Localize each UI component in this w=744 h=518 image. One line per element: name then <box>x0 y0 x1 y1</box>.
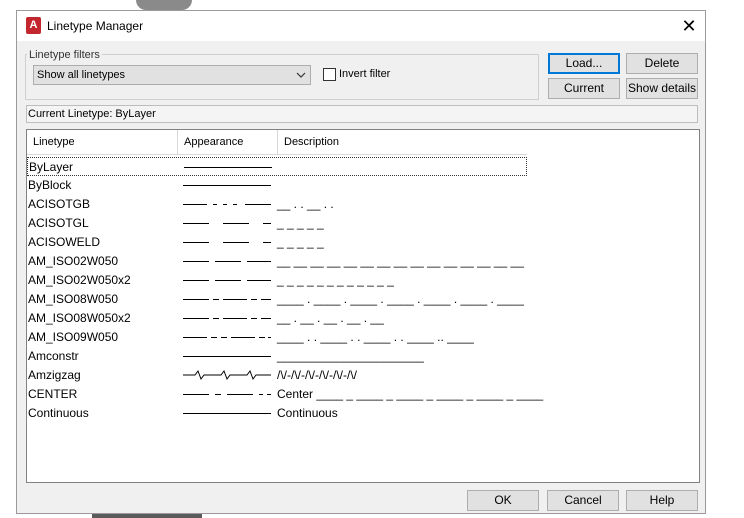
linetype-name: Amconstr <box>28 349 79 363</box>
linetype-appearance <box>183 356 271 357</box>
linetype-appearance <box>183 185 271 186</box>
column-header-linetype[interactable]: Linetype <box>27 130 178 155</box>
show-details-button[interactable]: Show details <box>626 78 698 99</box>
linetype-appearance <box>183 242 271 243</box>
title-bar: A Linetype Manager ✕ <box>17 11 705 41</box>
current-button[interactable]: Current <box>548 78 620 99</box>
load-button[interactable]: Load... <box>548 53 620 74</box>
linetype-name: ACISOWELD <box>28 235 101 249</box>
linetype-row[interactable]: ACISOTGL _ _ _ _ _ <box>27 214 527 233</box>
close-icon[interactable]: ✕ <box>677 15 701 37</box>
delete-button[interactable]: Delete <box>626 53 698 74</box>
linetype-name: AM_ISO09W050 <box>28 330 119 344</box>
invert-filter-checkbox[interactable] <box>323 68 336 81</box>
linetype-row[interactable]: AM_ISO08W050x2 __ . __ . __ . __ . __ <box>27 309 527 328</box>
linetype-row[interactable]: ByLayer <box>27 157 527 176</box>
linetype-description: Continuous <box>277 406 338 420</box>
linetype-description: ____ . . ____ . . ____ . . ____ .. ____ <box>277 330 474 344</box>
linetype-name: ACISOTGB <box>28 197 91 211</box>
linetype-appearance <box>183 299 271 300</box>
linetype-name: AM_ISO02W050 <box>28 254 119 268</box>
linetype-appearance <box>183 337 271 338</box>
linetype-list[interactable]: Linetype Appearance Description ByLayer B… <box>26 129 700 483</box>
chevron-down-icon <box>296 66 306 91</box>
linetype-appearance <box>183 318 271 319</box>
linetype-name: ByLayer <box>29 160 74 174</box>
linetype-name: CENTER <box>28 387 78 401</box>
current-linetype-display: Current Linetype: ByLayer <box>26 105 698 123</box>
linetype-appearance <box>183 280 271 281</box>
linetype-name: ACISOTGL <box>28 216 89 230</box>
linetype-row[interactable]: AM_ISO09W050 ____ . . ____ . . ____ . . _… <box>27 328 527 347</box>
linetype-appearance <box>183 394 271 395</box>
linetype-description: __ __ __ __ __ __ __ __ __ __ __ __ __ _… <box>277 254 524 268</box>
linetype-description: ____ . ____ . ____ . ____ . ____ . ____ … <box>277 292 524 306</box>
linetype-row[interactable]: CENTER Center ____ _ ____ _ ____ _ ____ _… <box>27 385 543 404</box>
linetype-appearance <box>183 223 271 224</box>
window-title: Linetype Manager <box>47 19 144 33</box>
help-button[interactable]: Help <box>626 490 698 511</box>
linetype-description: _ _ _ _ _ <box>277 235 324 249</box>
linetype-filter-select[interactable]: Show all linetypes <box>33 65 311 85</box>
background-window-fragment <box>136 0 192 10</box>
cancel-button[interactable]: Cancel <box>547 490 619 511</box>
linetype-filters-label: Linetype filters <box>27 49 102 61</box>
linetype-name: AM_ISO08W050x2 <box>28 311 131 325</box>
linetype-description: /\/-/\/-/\/-/\/-/\/-/\/ <box>277 368 357 382</box>
linetype-row[interactable]: AM_ISO02W050x2 _ _ _ _ _ _ _ _ _ _ _ _ <box>27 271 527 290</box>
linetype-row[interactable]: Amzigzag /\/-/\/-/\/-/\/-/\/-/\/ <box>27 366 527 385</box>
column-header-description[interactable]: Description <box>278 130 527 155</box>
linetype-appearance <box>183 413 271 414</box>
linetype-row[interactable]: ACISOWELD _ _ _ _ _ <box>27 233 527 252</box>
linetype-name: ByBlock <box>28 178 72 192</box>
linetype-appearance <box>183 204 271 205</box>
linetype-appearance <box>183 369 271 381</box>
linetype-name: AM_ISO08W050 <box>28 292 119 306</box>
linetype-row[interactable]: ACISOTGB __ . . __ . . <box>27 195 527 214</box>
linetype-row[interactable]: Continuous Continuous <box>27 404 527 423</box>
invert-filter-label: Invert filter <box>339 68 391 80</box>
linetype-appearance <box>184 167 272 168</box>
ok-button[interactable]: OK <box>467 490 539 511</box>
linetype-row[interactable]: AM_ISO02W050 __ __ __ __ __ __ __ __ __ _… <box>27 252 527 271</box>
column-header-appearance[interactable]: Appearance <box>178 130 278 155</box>
linetype-row[interactable]: AM_ISO08W050 ____ . ____ . ____ . ____ . … <box>27 290 527 309</box>
linetype-manager-dialog: A Linetype Manager ✕ Linetype filters Sh… <box>16 10 706 514</box>
linetype-description: __ . . __ . . <box>277 197 334 211</box>
linetype-description: _ _ _ _ _ <box>277 216 324 230</box>
linetype-name: AM_ISO02W050x2 <box>28 273 131 287</box>
list-header: Linetype Appearance Description <box>27 130 527 156</box>
linetype-filter-selected: Show all linetypes <box>37 69 126 81</box>
linetype-appearance <box>183 261 271 262</box>
linetype-description: ______________________ <box>277 349 424 363</box>
linetype-description: _ _ _ _ _ _ _ _ _ _ _ _ <box>277 273 394 287</box>
linetype-description: __ . __ . __ . __ . __ <box>277 311 384 325</box>
linetype-row[interactable]: ByBlock <box>27 176 527 195</box>
linetype-name: Continuous <box>28 406 89 420</box>
linetype-name: Amzigzag <box>28 368 81 382</box>
autocad-app-icon: A <box>26 17 41 34</box>
linetype-row[interactable]: Amconstr ______________________ <box>27 347 527 366</box>
linetype-description: Center ____ _ ____ _ ____ _ ____ _ ____ … <box>277 387 544 401</box>
